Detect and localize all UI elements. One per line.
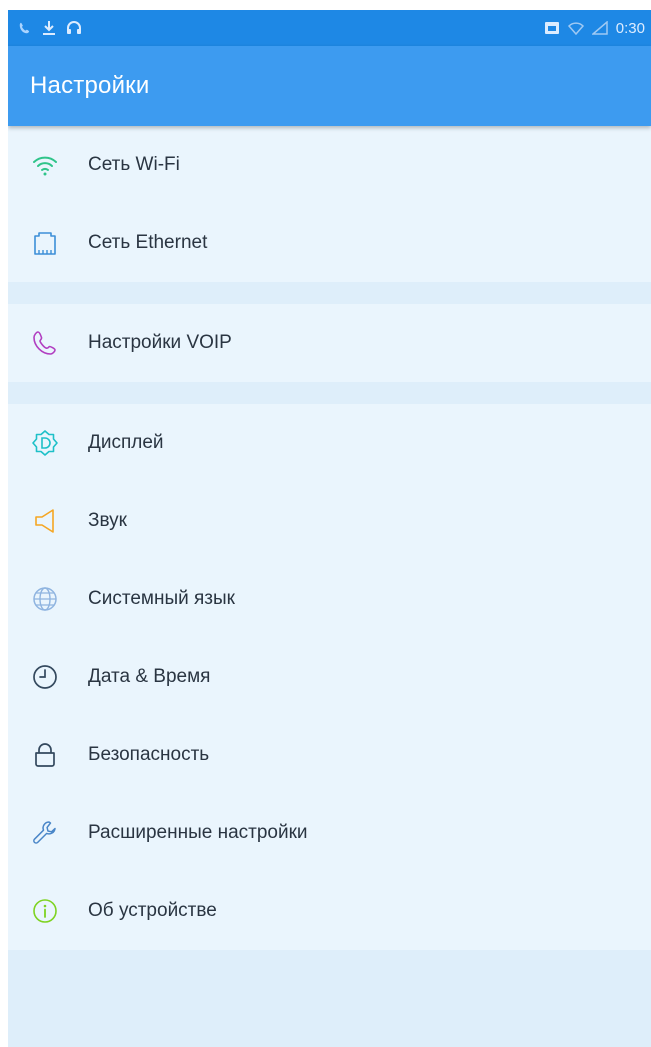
settings-screen: 0:30 Настройки Сеть Wi-Fi Сеть Ethernet … [8,10,651,1047]
settings-item-label: Сеть Wi-Fi [88,154,180,175]
settings-item-display[interactable]: Дисплей [8,404,651,482]
settings-item-language[interactable]: Системный язык [8,560,651,638]
settings-item-label: Расширенные настройки [88,822,308,843]
settings-item-advanced[interactable]: Расширенные настройки [8,794,651,872]
settings-item-security[interactable]: Безопасность [8,716,651,794]
settings-group-voip: Настройки VOIP [8,304,651,382]
settings-item-datetime[interactable]: Дата & Время [8,638,651,716]
app-bar: Настройки [8,46,651,126]
settings-item-sound[interactable]: Звук [8,482,651,560]
wrench-icon [28,816,62,850]
lock-icon [28,738,62,772]
settings-item-ethernet[interactable]: Сеть Ethernet [8,204,651,282]
section-divider [8,382,651,404]
headset-icon [66,20,82,36]
clock-icon [28,660,62,694]
page-title: Настройки [30,72,150,99]
section-divider [8,282,651,304]
settings-item-label: Дисплей [88,432,164,453]
ethernet-icon [28,226,62,260]
settings-item-label: Об устройстве [88,900,217,921]
settings-item-voip[interactable]: Настройки VOIP [8,304,651,382]
settings-item-label: Системный язык [88,588,235,609]
globe-icon [28,582,62,616]
wifi-icon [28,148,62,182]
status-time: 0:30 [615,19,645,37]
settings-item-label: Дата & Время [88,666,211,687]
settings-item-label: Настройки VOIP [88,332,232,353]
settings-item-label: Сеть Ethernet [88,232,208,253]
wifi-signal-icon [567,21,584,35]
settings-group-device: Дисплей Звук Системный язык Дата & Время… [8,404,651,950]
download-icon [42,20,56,36]
settings-item-wifi[interactable]: Сеть Wi-Fi [8,126,651,204]
settings-item-label: Звук [88,510,127,531]
speaker-icon [28,504,62,538]
cell-signal-icon [591,21,608,35]
phone-icon [28,326,62,360]
display-icon [28,426,62,460]
settings-item-label: Безопасность [88,744,210,765]
status-bar: 0:30 [8,10,651,46]
settings-group-network: Сеть Wi-Fi Сеть Ethernet [8,126,651,282]
phone-icon [18,21,32,35]
settings-item-about[interactable]: Об устройстве [8,872,651,950]
info-icon [28,894,62,928]
sim-icon [544,20,560,36]
